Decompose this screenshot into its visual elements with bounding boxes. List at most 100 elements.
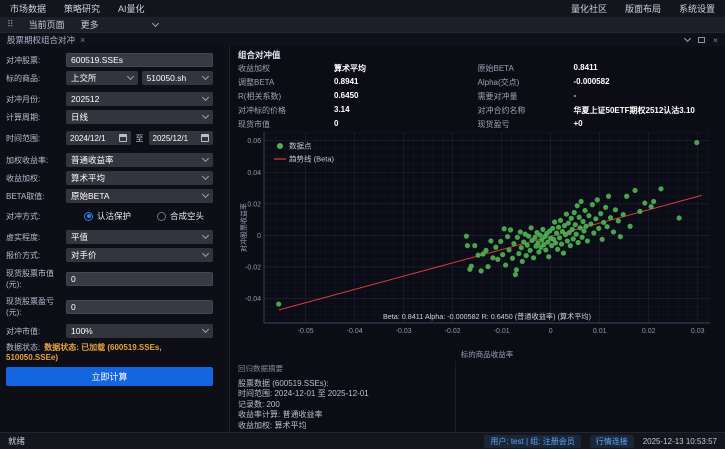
y-tick-label: -0.02 bbox=[245, 264, 261, 271]
menu-layout[interactable]: 版面布局 bbox=[625, 2, 661, 15]
stat-label: 对冲标的价格 bbox=[238, 105, 334, 116]
data-point bbox=[465, 243, 470, 248]
calendar-icon[interactable] bbox=[119, 134, 127, 142]
stat-value: - bbox=[574, 91, 718, 102]
data-point bbox=[531, 255, 536, 260]
calendar-icon[interactable] bbox=[201, 134, 209, 142]
x-tick-label: -0.03 bbox=[396, 328, 412, 335]
date-from-input[interactable]: 2024/12/1 bbox=[66, 131, 131, 145]
data-point bbox=[595, 197, 600, 202]
drag-handle-icon[interactable]: ⠿ bbox=[7, 19, 13, 30]
chevron-down-icon[interactable] bbox=[152, 19, 159, 26]
y-tick-label: -0.04 bbox=[245, 296, 261, 303]
x-tick-label: 0.03 bbox=[691, 328, 705, 335]
toolbar: ⠿ 当前页面 更多 bbox=[0, 17, 725, 33]
stat-label: 需要对冲量 bbox=[478, 91, 574, 102]
menu-ai-quant[interactable]: AI量化 bbox=[118, 2, 145, 15]
data-point bbox=[581, 228, 586, 233]
panel-popout-icon[interactable] bbox=[698, 37, 705, 43]
data-point bbox=[642, 200, 647, 205]
weighting-select[interactable]: 算术平均 bbox=[66, 171, 213, 185]
data-point bbox=[570, 227, 575, 232]
hedge-month-select[interactable]: 202512 bbox=[66, 92, 213, 106]
data-point bbox=[588, 221, 593, 226]
stat-label: 收益加权 bbox=[238, 63, 334, 74]
y-tick-label: 0 bbox=[257, 233, 261, 240]
data-point bbox=[608, 215, 613, 220]
radio-put-protection[interactable]: 认沽保护 bbox=[84, 210, 131, 222]
chevron-down-icon bbox=[202, 173, 209, 180]
toolbar-current-page[interactable]: 当前页面 bbox=[29, 18, 65, 31]
spot-pnl-input[interactable]: 0 bbox=[66, 300, 213, 314]
user-info-badge[interactable]: 用户: test | 组: 注册会员 bbox=[484, 435, 580, 448]
menubar-left: 市场数据 策略研究 AI量化 bbox=[10, 2, 145, 15]
hedge-scatter-chart: -0.05-0.04-0.03-0.02-0.0100.010.020.03-0… bbox=[238, 128, 718, 361]
regression-annotation: Beta: 0.8411 Alpha: -0.000582 R: 0.6450 … bbox=[383, 312, 591, 321]
hedge-method-label: 对冲方式: bbox=[6, 211, 66, 222]
market-feed-badge[interactable]: 行情连接 bbox=[590, 435, 634, 448]
data-point bbox=[658, 186, 663, 191]
y-tick-label: 0.06 bbox=[247, 138, 261, 145]
summary-line: 时间范围: 2024-12-01 至 2025-12-01 bbox=[238, 389, 369, 400]
tab-stock-option-hedge[interactable]: 股票期权组合对冲 × bbox=[7, 34, 85, 46]
data-point bbox=[573, 222, 578, 227]
tab-close-icon[interactable]: × bbox=[80, 35, 85, 45]
stat-value: 0.6450 bbox=[334, 91, 478, 102]
hedge-month-label: 对冲月份: bbox=[6, 94, 66, 105]
data-point bbox=[472, 243, 477, 248]
x-tick-label: 0.02 bbox=[642, 328, 656, 335]
chevron-down-icon bbox=[126, 73, 133, 80]
hedge-ratio-select[interactable]: 100% bbox=[66, 324, 213, 338]
radio-selected-icon bbox=[84, 212, 93, 221]
statusbar-right: 用户: test | 组: 注册会员 行情连接 2025-12-13 10:53… bbox=[484, 435, 717, 448]
calc-period-select[interactable]: 日线 bbox=[66, 110, 213, 124]
panel-close-icon[interactable]: × bbox=[713, 35, 718, 45]
quote-method-value: 对手价 bbox=[71, 249, 97, 261]
summary-line: 股票数据 (600519.SSEs): bbox=[238, 379, 369, 390]
summary-line: 收益率计算: 普通收益率 bbox=[238, 410, 369, 421]
statusbar: 就绪 用户: test | 组: 注册会员 行情连接 2025-12-13 10… bbox=[0, 432, 725, 449]
panel-collapse-icon[interactable] bbox=[684, 34, 691, 41]
return-type-select[interactable]: 普通收益率 bbox=[66, 153, 213, 167]
menu-quant-community[interactable]: 量化社区 bbox=[571, 2, 607, 15]
data-point bbox=[561, 250, 566, 255]
moneyness-select[interactable]: 平值 bbox=[66, 230, 213, 244]
data-point bbox=[649, 204, 654, 209]
chevron-down-icon bbox=[202, 155, 209, 162]
stat-label: R(相关系数) bbox=[238, 91, 334, 102]
data-point bbox=[526, 234, 531, 239]
stat-value: 华夏上证50ETF期权2512认沽3.10 bbox=[574, 105, 718, 116]
radio-synthetic-short[interactable]: 合成空头 bbox=[157, 210, 204, 222]
menu-market-data[interactable]: 市场数据 bbox=[10, 2, 46, 15]
stat-value: 3.14 bbox=[334, 105, 478, 116]
date-to-value: 2025/12/1 bbox=[153, 134, 189, 143]
menu-system-settings[interactable]: 系统设置 bbox=[679, 2, 715, 15]
stat-label: 对冲合约名称 bbox=[478, 105, 574, 116]
exchange-select[interactable]: 上交所 bbox=[66, 71, 138, 85]
menu-strategy-research[interactable]: 策略研究 bbox=[64, 2, 100, 15]
data-point bbox=[554, 230, 559, 235]
data-point bbox=[518, 229, 523, 234]
beta-mode-label: BETA取值: bbox=[6, 191, 66, 202]
hedge-stock-input[interactable]: 600519.SSEs bbox=[66, 53, 213, 67]
hedge-settings-panel: 对冲股票: 600519.SSEs 标的商品: 上交所 510050.sh 对冲… bbox=[0, 46, 230, 432]
data-point bbox=[613, 207, 618, 212]
toolbar-more[interactable]: 更多 bbox=[81, 18, 99, 31]
data-point bbox=[498, 239, 503, 244]
panel-icons: × bbox=[685, 35, 718, 45]
quote-method-select[interactable]: 对手价 bbox=[66, 248, 213, 262]
data-point bbox=[476, 253, 481, 258]
data-point bbox=[564, 211, 569, 216]
weighting-value: 算术平均 bbox=[71, 172, 105, 184]
summary-line: 记录数: 200 bbox=[238, 400, 369, 411]
data-point bbox=[537, 232, 542, 237]
date-to-input[interactable]: 2025/12/1 bbox=[149, 131, 214, 145]
calculate-button[interactable]: 立即计算 bbox=[6, 367, 213, 386]
spot-value-input[interactable]: 0 bbox=[66, 272, 213, 286]
data-point bbox=[520, 259, 525, 264]
data-point bbox=[576, 240, 581, 245]
beta-mode-value: 原始BETA bbox=[71, 190, 110, 202]
beta-mode-select[interactable]: 原始BETA bbox=[66, 189, 213, 203]
underlying-select[interactable]: 510050.sh bbox=[142, 71, 214, 85]
data-point bbox=[529, 225, 534, 230]
